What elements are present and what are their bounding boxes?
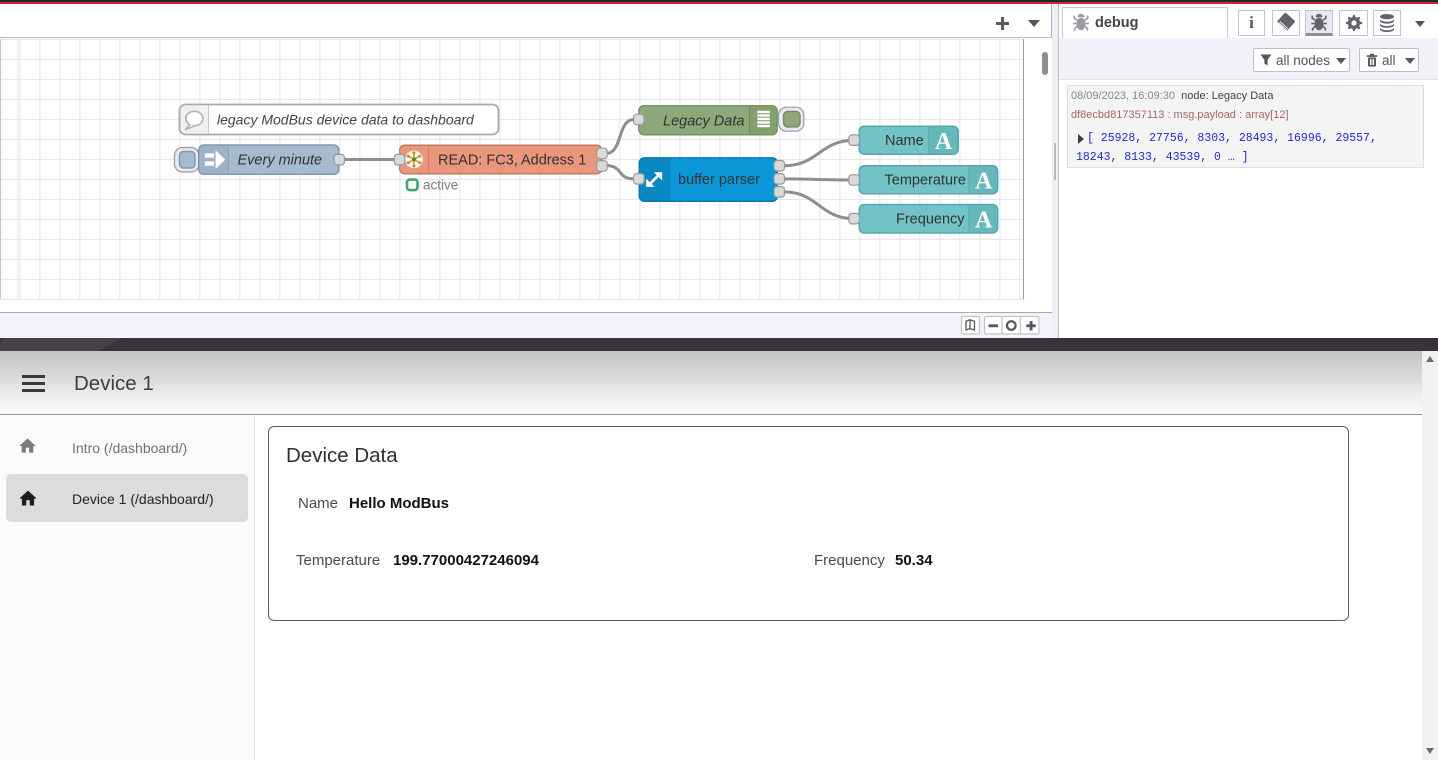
svg-text:A: A xyxy=(935,129,953,155)
svg-text:legacy ModBus device data to d: legacy ModBus device data to dashboard xyxy=(217,112,475,128)
svg-text:Frequency: Frequency xyxy=(896,212,965,228)
svg-text:buffer parser: buffer parser xyxy=(678,172,760,188)
svg-text:Name: Name xyxy=(885,133,924,149)
svg-text:A: A xyxy=(975,169,993,195)
svg-text:Every minute: Every minute xyxy=(238,153,323,169)
svg-text:Legacy Data: Legacy Data xyxy=(663,113,744,129)
svg-text:Temperature: Temperature xyxy=(885,173,966,189)
svg-text:active: active xyxy=(423,177,458,192)
svg-text:READ: FC3, Address 1: READ: FC3, Address 1 xyxy=(438,152,586,168)
svg-text:A: A xyxy=(975,208,993,234)
